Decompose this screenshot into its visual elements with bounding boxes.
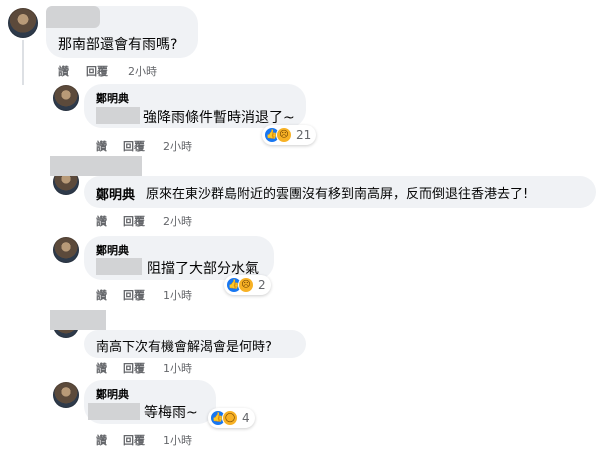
author-name[interactable]: 鄭明典 xyxy=(96,386,129,402)
reply-comment: 南高下次有機會解渴會是何時? 讚 回覆 1小時 xyxy=(0,308,605,376)
reply-comment: 鄭明典 原來在東沙群島附近的雲團沒有移到南高屏，反而倒退往香港去了! 讚 回覆 … xyxy=(0,152,605,232)
reaction-count: 4 xyxy=(242,411,250,425)
comment-text: 南高下次有機會解渴會是何時? xyxy=(96,340,272,355)
timestamp[interactable]: 1小時 xyxy=(163,287,192,303)
avatar[interactable] xyxy=(8,8,38,38)
reply-comment: 鄭明典 等梅雨~ 👍 ◯ 4 讚 回覆 1小時 xyxy=(0,376,605,451)
redacted-name xyxy=(46,6,100,28)
author-name[interactable]: 鄭明典 xyxy=(96,242,129,258)
reaction-summary[interactable]: 👍 ☹ 21 xyxy=(262,125,317,145)
reply-button[interactable]: 回覆 xyxy=(123,213,145,229)
reaction-count: 2 xyxy=(258,278,266,292)
like-button[interactable]: 讚 xyxy=(96,432,107,448)
like-button[interactable]: 讚 xyxy=(96,213,107,229)
redacted-name xyxy=(50,156,142,176)
timestamp[interactable]: 1小時 xyxy=(163,360,192,376)
avatar[interactable] xyxy=(53,237,79,263)
timestamp[interactable]: 2小時 xyxy=(163,213,192,229)
comment-text: 等梅雨~ xyxy=(144,405,198,421)
comment-text: 強降雨條件暫時消退了~ xyxy=(143,110,295,126)
timestamp[interactable]: 2小時 xyxy=(128,63,157,79)
redacted-name xyxy=(50,310,106,330)
comment-text: 原來在東沙群島附近的雲團沒有移到南高屏，反而倒退往香港去了! xyxy=(146,187,529,202)
comment: 那南部還會有雨嗎? 讚 回覆 2小時 xyxy=(0,0,605,80)
sad-icon: ☹ xyxy=(276,127,292,143)
author-name[interactable]: 鄭明典 xyxy=(96,184,135,203)
reaction-summary[interactable]: 👍 ☹ 2 xyxy=(224,275,271,295)
reaction-summary[interactable]: 👍 ◯ 4 xyxy=(208,408,255,428)
redacted-mention xyxy=(88,403,140,420)
reaction-count: 21 xyxy=(296,128,312,142)
reply-comment: 鄭明典 強降雨條件暫時消退了~ 👍 ☹ 21 讚 回覆 2小時 xyxy=(0,80,605,153)
like-button[interactable]: 讚 xyxy=(96,360,107,376)
reply-button[interactable]: 回覆 xyxy=(123,287,145,303)
redacted-mention xyxy=(96,107,140,124)
reply-comment: 鄭明典 阻擋了大部分水氣 👍 ☹ 2 讚 回覆 1小時 xyxy=(0,232,605,308)
reply-button[interactable]: 回覆 xyxy=(123,432,145,448)
avatar[interactable] xyxy=(53,382,79,408)
avatar[interactable] xyxy=(53,85,79,111)
author-name[interactable]: 鄭明典 xyxy=(96,90,129,106)
reply-button[interactable]: 回覆 xyxy=(86,63,108,79)
like-button[interactable]: 讚 xyxy=(96,287,107,303)
redacted-mention xyxy=(96,258,142,275)
reply-button[interactable]: 回覆 xyxy=(123,360,145,376)
wow-icon: ◯ xyxy=(222,410,238,426)
timestamp[interactable]: 1小時 xyxy=(163,432,192,448)
comment-text: 那南部還會有雨嗎? xyxy=(58,37,178,53)
sad-icon: ☹ xyxy=(238,277,254,293)
like-button[interactable]: 讚 xyxy=(58,63,69,79)
